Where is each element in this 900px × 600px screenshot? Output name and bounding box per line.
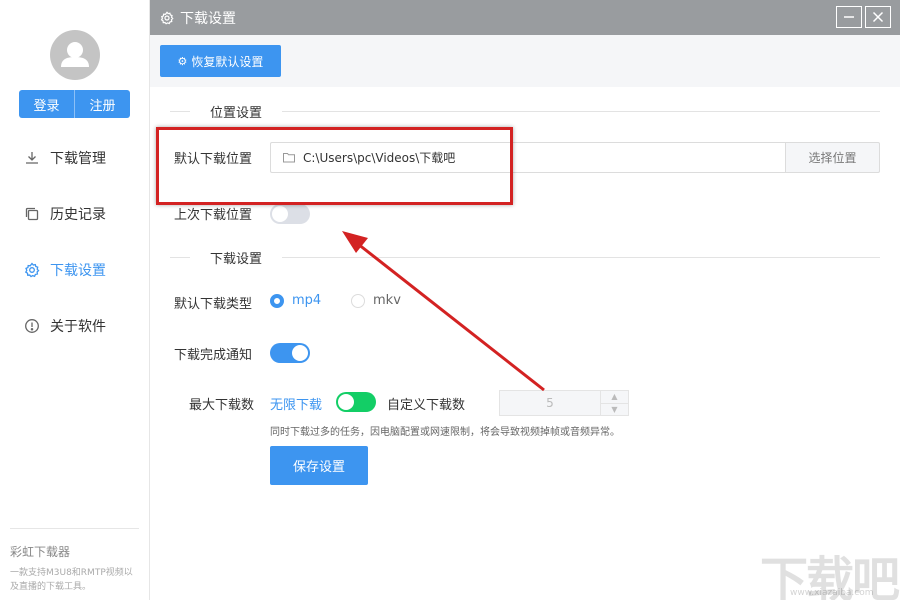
- sidebar-item-label: 关于软件: [50, 319, 106, 335]
- custom-count-value: 5: [546, 396, 554, 410]
- watermark-url: www.xiazaiba.com: [790, 588, 874, 598]
- app-window: 登录 注册 下载管理 历史记录 下载设置 关于软件 彩虹下载器 一款支持M3U8…: [0, 0, 900, 600]
- settings-icon: [160, 10, 174, 25]
- section-title: 下载设置: [210, 251, 263, 267]
- toggle-knob: [338, 394, 354, 410]
- custom-count-label[interactable]: 自定义下载数: [387, 394, 465, 413]
- divider: [170, 110, 190, 112]
- divider: [282, 110, 880, 112]
- toggle-knob: [272, 206, 288, 222]
- title-bar: 下载设置: [150, 0, 900, 35]
- main-panel: ⚙ 恢复默认设置 位置设置 默认下载位置 C:\Users\pc\Videos\…: [150, 35, 900, 600]
- radio-dot: [351, 293, 365, 308]
- radio-label: mkv: [373, 293, 401, 308]
- annotation-highlight-box: [156, 127, 513, 205]
- reset-defaults-button[interactable]: ⚙ 恢复默认设置: [160, 45, 281, 77]
- info-icon: [24, 318, 40, 334]
- minimize-button[interactable]: [836, 6, 862, 28]
- sidebar-item-history[interactable]: 历史记录: [0, 186, 149, 242]
- notify-toggle[interactable]: [270, 343, 310, 363]
- window-title: 下载设置: [180, 10, 236, 27]
- section-title: 位置设置: [210, 105, 263, 121]
- radio-mkv[interactable]: mkv: [351, 293, 401, 308]
- auth-buttons: 登录 注册: [19, 90, 130, 118]
- sidebar-item-download-manager[interactable]: 下载管理: [0, 130, 149, 186]
- close-button[interactable]: [865, 6, 891, 28]
- radio-mp4[interactable]: mp4: [270, 293, 321, 308]
- max-downloads-label: 最大下载数: [189, 398, 255, 413]
- unlimited-label[interactable]: 无限下载: [270, 394, 322, 413]
- chevron-up-icon[interactable]: ▲: [601, 391, 628, 403]
- history-icon: [24, 206, 40, 222]
- sidebar-item-about[interactable]: 关于软件: [0, 298, 149, 354]
- avatar[interactable]: [50, 30, 100, 80]
- watermark-logo: 下载吧 www.xiazaiba.com: [760, 540, 900, 600]
- section-location-header: 位置设置: [170, 101, 880, 121]
- toggle-knob: [292, 345, 308, 361]
- reset-label: 恢复默认设置: [191, 54, 264, 69]
- close-icon: [872, 11, 884, 23]
- minimize-icon: [844, 16, 854, 18]
- download-icon: [24, 150, 40, 166]
- sidebar: 登录 注册 下载管理 历史记录 下载设置 关于软件 彩虹下载器 一款支持M3U8…: [0, 0, 150, 600]
- radio-dot: [270, 293, 284, 308]
- gear-icon: [24, 262, 40, 278]
- gear-icon: ⚙: [177, 54, 188, 68]
- divider: [170, 256, 190, 258]
- download-type-label: 默认下载类型: [174, 297, 253, 312]
- radio-label: mp4: [292, 293, 322, 308]
- sidebar-item-label: 下载设置: [50, 263, 106, 279]
- stepper-arrows: ▲ ▼: [600, 391, 628, 415]
- notify-label: 下载完成通知: [174, 348, 253, 363]
- login-button[interactable]: 登录: [19, 90, 74, 118]
- last-location-toggle[interactable]: [270, 204, 310, 224]
- app-description: 一款支持M3U8和RMTP视频以及直播的下载工具。: [10, 568, 133, 592]
- register-button[interactable]: 注册: [74, 90, 130, 118]
- sidebar-item-download-settings[interactable]: 下载设置: [0, 242, 149, 298]
- choose-location-button[interactable]: 选择位置: [785, 142, 880, 173]
- sidebar-item-label: 下载管理: [50, 151, 106, 167]
- toolbar: ⚙ 恢复默认设置: [150, 35, 900, 87]
- chevron-down-icon[interactable]: ▼: [601, 402, 628, 416]
- hint-text: 同时下载过多的任务，因电脑配置或网速限制，将会导致视频掉帧或音频异常。: [270, 427, 620, 438]
- sidebar-nav: 下载管理 历史记录 下载设置 关于软件: [0, 130, 149, 354]
- user-icon: [61, 42, 89, 67]
- divider: [282, 256, 880, 258]
- sidebar-footer: 彩虹下载器 一款支持M3U8和RMTP视频以及直播的下载工具。: [10, 528, 139, 594]
- section-download-header: 下载设置: [170, 247, 880, 267]
- sidebar-item-label: 历史记录: [50, 207, 106, 223]
- last-location-label: 上次下载位置: [174, 208, 253, 223]
- max-downloads-toggle[interactable]: [336, 392, 376, 412]
- custom-count-input[interactable]: 5 ▲ ▼: [499, 390, 629, 416]
- save-settings-button[interactable]: 保存设置: [270, 446, 368, 485]
- app-name: 彩虹下载器: [10, 545, 71, 559]
